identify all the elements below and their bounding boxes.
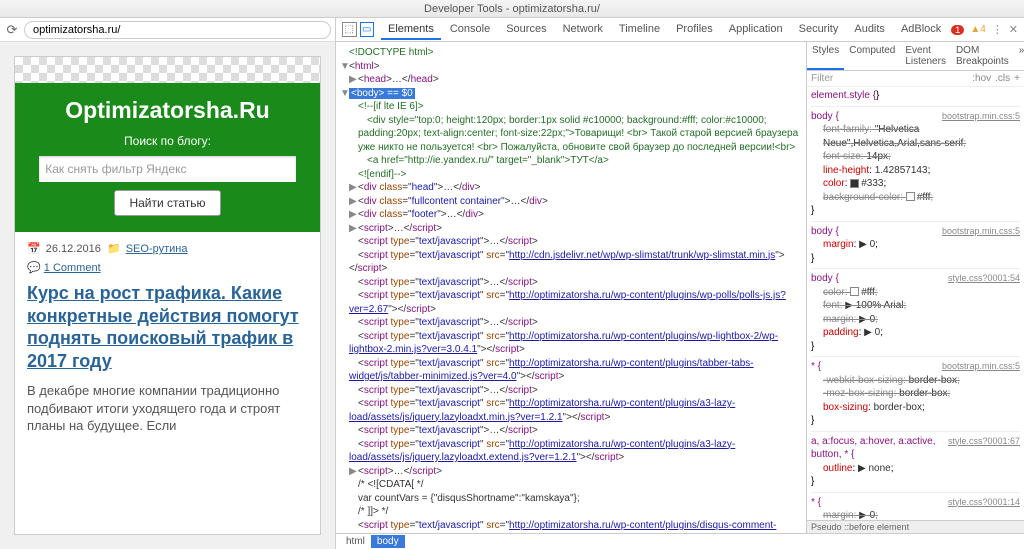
crumb-body[interactable]: body [371,535,405,548]
device-mode-icon[interactable]: ▭ [360,22,375,37]
pseudo-label: Pseudo ::before element [807,520,1024,533]
blog-search-input[interactable] [39,156,296,182]
styles-panel: StylesComputedEvent ListenersDOM Breakpo… [806,42,1024,533]
warning-badge[interactable]: ▲4 [970,24,985,35]
devtab-security[interactable]: Security [792,20,846,40]
devtab-application[interactable]: Application [722,20,790,40]
hov-toggle[interactable]: :hov [972,73,991,84]
styletab-dom-breakpoints[interactable]: DOM Breakpoints [951,42,1014,70]
devtab-profiles[interactable]: Profiles [669,20,720,40]
close-icon[interactable]: ✕ [1009,23,1018,36]
window-title: Developer Tools - optimizatorsha.ru/ [0,0,1024,18]
reload-icon[interactable]: ⟳ [4,22,20,38]
post-date: 26.12.2016 [46,243,101,255]
devtab-console[interactable]: Console [443,20,497,40]
calendar-icon: 📅 [27,243,41,255]
add-rule-icon[interactable]: + [1014,73,1020,84]
category-link[interactable]: SEO-рутина [126,243,188,255]
crumb-html[interactable]: html [340,535,371,548]
preview-pane: ⟳ Optimizatorsha.Ru Поиск по блогу: Найт… [0,18,336,549]
devtab-audits[interactable]: Audits [847,20,892,40]
post-excerpt: В декабре многие компании традиционно по… [15,372,320,445]
devtools-pane: ⬚ ▭ ElementsConsoleSourcesNetworkTimelin… [336,18,1024,549]
folder-icon: 📁 [107,243,121,255]
search-label: Поиск по блогу: [25,134,310,148]
cls-toggle[interactable]: .cls [995,73,1010,84]
rendered-page: Optimizatorsha.Ru Поиск по блогу: Найти … [14,56,321,535]
banner-placeholder [15,57,320,83]
error-badge[interactable]: 1 [951,25,964,35]
css-rules[interactable]: element.style {}bootstrap.min.css:5body … [807,87,1024,520]
inspect-icon[interactable]: ⬚ [342,22,357,37]
search-button[interactable]: Найти статью [114,190,220,216]
post-title-link[interactable]: Курс на рост трафика. Какие конкретные д… [27,283,299,371]
styletab-event-listeners[interactable]: Event Listeners [900,42,951,70]
site-title: Optimizatorsha.Ru [25,97,310,124]
breadcrumb[interactable]: htmlbody [336,533,1024,549]
comment-icon: 💬 [27,262,41,274]
dom-tree[interactable]: <!DOCTYPE html>▼<html>▶<head>…</head>▼<b… [336,42,806,533]
devtab-sources[interactable]: Sources [499,20,553,40]
devtab-adblock[interactable]: AdBlock [894,20,948,40]
filter-input[interactable]: Filter [811,73,968,84]
devtab-timeline[interactable]: Timeline [612,20,667,40]
url-input[interactable] [24,21,331,39]
styletab-styles[interactable]: Styles [807,42,844,70]
devtab-elements[interactable]: Elements [381,20,441,40]
styletab-computed[interactable]: Computed [844,42,900,70]
more-icon[interactable]: » [1014,42,1024,70]
address-bar: ⟳ [0,18,335,42]
comments-link[interactable]: 1 Comment [44,262,101,274]
devtab-network[interactable]: Network [556,20,610,40]
settings-icon[interactable]: ⋮ [992,23,1003,36]
